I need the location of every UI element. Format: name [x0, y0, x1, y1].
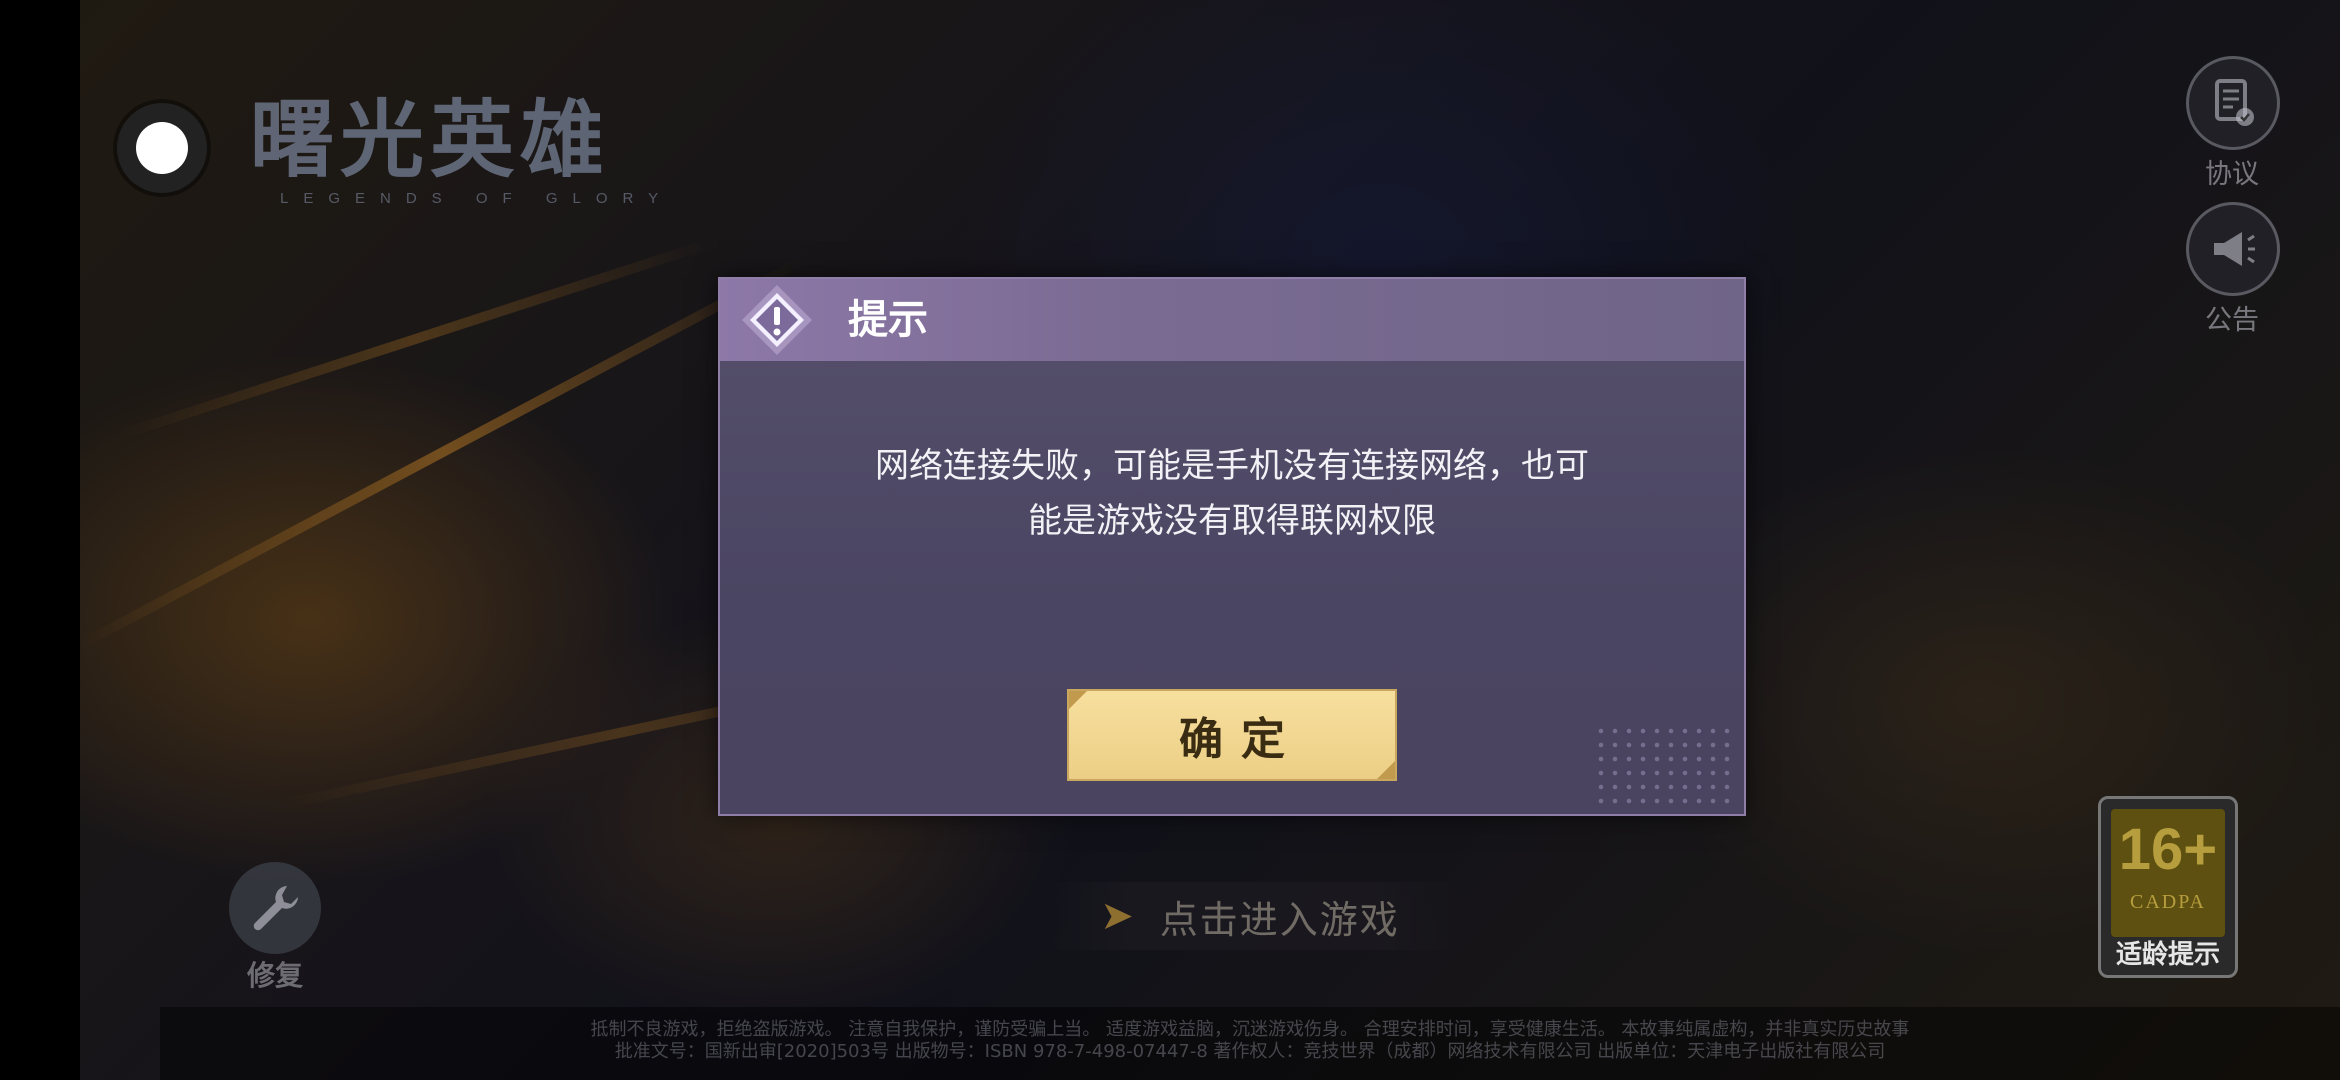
wrench-icon — [229, 862, 321, 954]
repair-button[interactable]: 修复 — [225, 862, 325, 994]
alert-dialog: 提示 网络连接失败，可能是手机没有连接网络，也可 能是游戏没有取得联网权限 确定 — [718, 277, 1746, 816]
age-rating-badge[interactable]: 16+ CADPA 适龄提示 — [2098, 796, 2238, 978]
dialog-message-line-2: 能是游戏没有取得联网权限 — [1028, 501, 1436, 541]
footer-line-1: 抵制不良游戏，拒绝盗版游戏。 注意自我保护，谨防受骗上当。 适度游戏益脑，沉迷游… — [590, 1019, 1910, 1040]
dialog-message: 网络连接失败，可能是手机没有连接网络，也可 能是游戏没有取得联网权限 — [830, 439, 1634, 549]
confirm-button-label: 确定 — [1179, 714, 1303, 765]
game-logo: 曙光英雄 LEGENDS OF GLORY — [250, 90, 750, 220]
megaphone-icon — [2186, 202, 2280, 296]
exclamation-diamond-icon — [740, 283, 814, 357]
game-screen: 曙光英雄 LEGENDS OF GLORY 协议 公告 修复 ➤ 点击进入游戏 … — [0, 0, 2340, 1080]
agreement-label: 协议 — [2205, 159, 2259, 190]
announcement-button[interactable]: 公告 — [2186, 202, 2280, 337]
repair-label: 修复 — [246, 959, 303, 992]
legal-footer: 抵制不良游戏，拒绝盗版游戏。 注意自我保护，谨防受骗上当。 适度游戏益脑，沉迷游… — [160, 1007, 2340, 1080]
enter-game-button[interactable]: ➤ 点击进入游戏 — [1040, 882, 1460, 950]
confirm-button[interactable]: 确定 — [1067, 689, 1397, 781]
age-rating-org: CADPA — [2130, 891, 2206, 913]
dialog-dot-pattern — [1594, 724, 1734, 804]
announcement-label: 公告 — [2205, 305, 2259, 336]
game-subtitle: LEGENDS OF GLORY — [280, 190, 674, 207]
agreement-button[interactable]: 协议 — [2186, 56, 2280, 191]
age-rating-hint: 适龄提示 — [2115, 940, 2220, 970]
dialog-message-line-1: 网络连接失败，可能是手机没有连接网络，也可 — [875, 446, 1589, 486]
document-check-icon — [2186, 56, 2280, 150]
arrow-right-icon: ➤ — [1100, 893, 1136, 939]
button-corner-decoration — [1377, 761, 1395, 779]
button-corner-decoration — [1069, 691, 1087, 709]
enter-game-label: 点击进入游戏 — [1159, 897, 1400, 942]
footer-line-2: 批准文号：国新出审[2020]503号 出版物号：ISBN 978-7-498-… — [614, 1041, 1886, 1062]
dialog-header: 提示 — [720, 279, 1744, 361]
age-rating-value: 16+ — [2118, 817, 2218, 882]
floating-dot-icon — [136, 122, 188, 174]
floating-assist-button[interactable] — [117, 103, 207, 193]
age-rating-plate: 16+ CADPA — [2111, 809, 2225, 937]
game-title: 曙光英雄 — [250, 90, 611, 189]
dialog-title: 提示 — [848, 297, 928, 343]
